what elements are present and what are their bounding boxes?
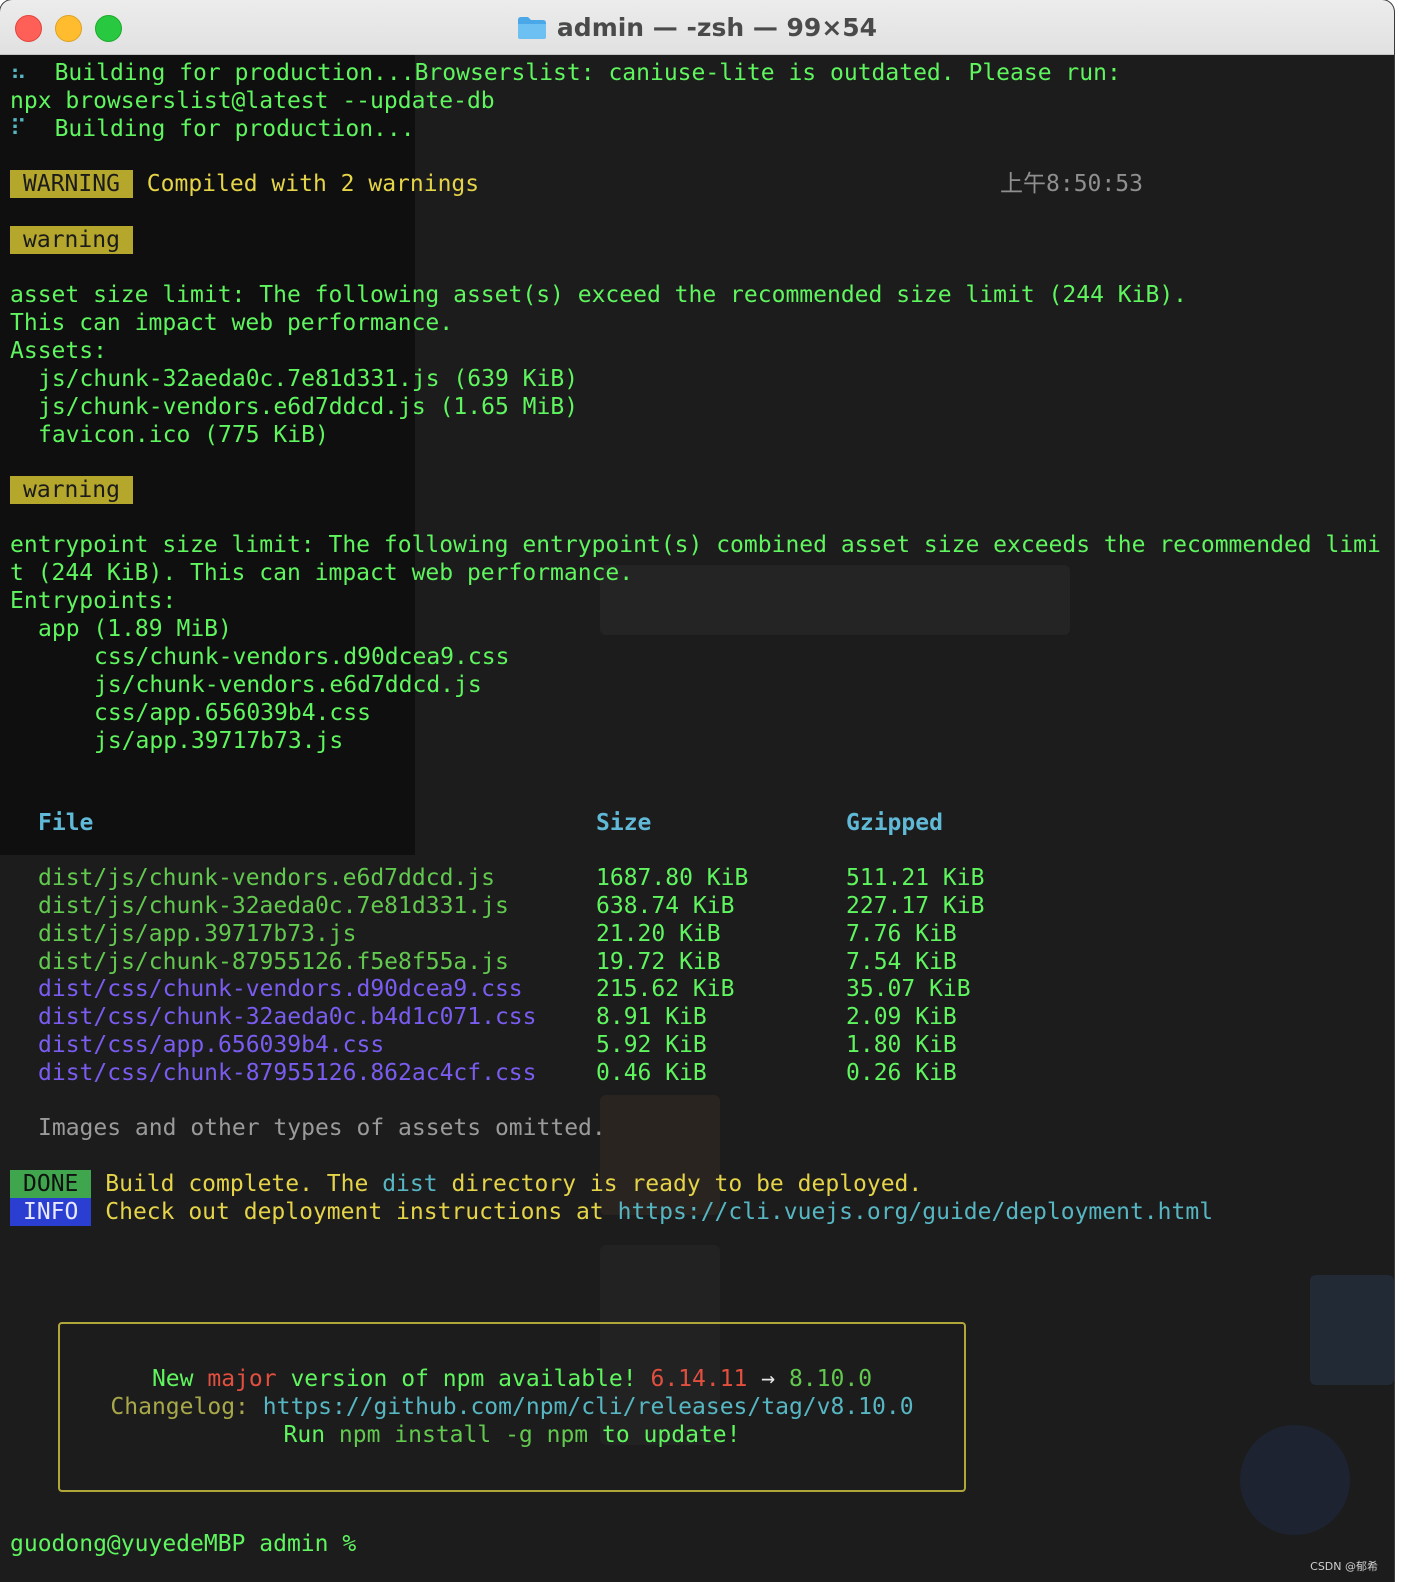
asset-limit-line: This can impact web performance. <box>10 310 454 336</box>
build-text: Building for production... <box>54 116 415 142</box>
arrow-icon: → <box>747 1366 789 1392</box>
warning-badge: warning <box>10 476 133 504</box>
folder-icon <box>517 16 546 39</box>
entrypoint-file: css/chunk-vendors.d90dcea9.css <box>94 644 510 670</box>
warning-line: warning <box>10 226 133 254</box>
file-name: dist/css/chunk-32aeda0c.b4d1c071.css <box>38 1004 537 1030</box>
file-size: 638.74 KiB <box>596 893 735 919</box>
file-name: dist/css/app.656039b4.css <box>38 1032 385 1058</box>
window-title: admin — -zsh — 99×54 <box>556 12 878 42</box>
build-progress-line: ⠏ Building for production... <box>10 115 415 143</box>
file-gzipped: 2.09 KiB <box>846 1004 957 1030</box>
terminal-output[interactable]: ⠦ Building for production...Browserslist… <box>0 55 1394 1582</box>
file-size: 19.72 KiB <box>596 949 721 975</box>
compile-status-line: WARNING Compiled with 2 warnings <box>10 170 479 198</box>
npm-install-command: npm install -g npm <box>338 1422 589 1448</box>
assets-omitted-note: Images and other types of assets omitted… <box>38 1115 606 1141</box>
run-text: Run <box>283 1422 339 1448</box>
npm-new-version: 8.10.0 <box>788 1366 873 1392</box>
file-gzipped: 7.76 KiB <box>846 921 957 947</box>
timestamp: 上午8:50:53 <box>1000 171 1143 197</box>
build-progress-line: ⠦ Building for production...Browserslist… <box>10 59 1121 87</box>
asset-item: js/chunk-32aeda0c.7e81d331.js (639 KiB) <box>38 366 579 392</box>
window-title-group: admin — -zsh — 99×54 <box>0 0 1394 54</box>
file-gzipped: 0.26 KiB <box>846 1060 957 1086</box>
dist-word: dist <box>382 1171 438 1197</box>
asset-item: favicon.ico (775 KiB) <box>38 422 329 448</box>
entrypoint-app: app (1.89 MiB) <box>38 616 232 642</box>
npm-version-text: version of npm available! <box>276 1366 651 1392</box>
compile-status: Compiled with 2 warnings <box>146 171 480 197</box>
file-name: dist/css/chunk-vendors.d90dcea9.css <box>38 976 523 1002</box>
shell-prompt[interactable]: guodong@yuyedeMBP admin % <box>10 1530 370 1558</box>
warning-line: warning <box>10 476 133 504</box>
done-line: DONE Build complete. The dist directory … <box>10 1170 922 1198</box>
build-text: Building for production...Browserslist: … <box>54 60 1121 86</box>
spinner-icon: ⠦ <box>10 60 27 86</box>
asset-item: js/chunk-vendors.e6d7ddcd.js (1.65 MiB) <box>38 394 579 420</box>
npm-major-text: major <box>207 1366 277 1392</box>
file-gzipped: 227.17 KiB <box>846 893 985 919</box>
info-line: INFO Check out deployment instructions a… <box>10 1198 1213 1226</box>
entrypoint-file: js/app.39717b73.js <box>94 728 344 754</box>
file-gzipped: 1.80 KiB <box>846 1032 957 1058</box>
file-size: 1687.80 KiB <box>596 865 749 891</box>
table-header-gzipped: Gzipped <box>846 810 943 836</box>
file-name: dist/js/chunk-32aeda0c.7e81d331.js <box>38 893 509 919</box>
file-name: dist/js/chunk-87955126.f5e8f55a.js <box>38 949 509 975</box>
background-ghost <box>1240 1425 1350 1535</box>
file-name: dist/js/chunk-vendors.e6d7ddcd.js <box>38 865 495 891</box>
table-header-file: File <box>38 810 94 836</box>
npm-changelog-line: Changelog: https://github.com/npm/cli/re… <box>60 1393 964 1421</box>
done-badge: DONE <box>10 1170 92 1198</box>
deployment-link[interactable]: https://cli.vuejs.org/guide/deployment.h… <box>618 1199 1213 1225</box>
warning-badge: WARNING <box>10 170 133 198</box>
entrypoint-file: css/app.656039b4.css <box>94 700 371 726</box>
file-name: dist/css/chunk-87955126.862ac4cf.css <box>38 1060 537 1086</box>
terminal-window: admin — -zsh — 99×54 ⠦ Building for prod… <box>0 0 1394 1582</box>
background-ghost <box>1310 1275 1394 1385</box>
file-size: 8.91 KiB <box>596 1004 707 1030</box>
background-ghost <box>600 565 1070 635</box>
table-header-size: Size <box>596 810 652 836</box>
file-size: 215.62 KiB <box>596 976 735 1002</box>
file-size: 21.20 KiB <box>596 921 721 947</box>
npm-run-line: Run npm install -g npm to update! <box>60 1421 964 1449</box>
entrypoint-limit-line: t (244 KiB). This can impact web perform… <box>10 560 634 586</box>
npm-new-text: New <box>151 1366 208 1392</box>
file-name: dist/js/app.39717b73.js <box>38 921 357 947</box>
file-size: 0.46 KiB <box>596 1060 707 1086</box>
done-text-pre: Build complete. The <box>105 1171 383 1197</box>
entrypoint-file: js/chunk-vendors.e6d7ddcd.js <box>94 672 482 698</box>
entrypoint-limit-line: entrypoint size limit: The following ent… <box>10 532 1381 558</box>
npm-update-notice: New major version of npm available! 6.14… <box>58 1322 966 1492</box>
file-gzipped: 35.07 KiB <box>846 976 971 1002</box>
npm-version-line: New major version of npm available! 6.14… <box>60 1365 964 1393</box>
spinner-icon: ⠏ <box>10 116 27 142</box>
file-gzipped: 7.54 KiB <box>846 949 957 975</box>
title-bar: admin — -zsh — 99×54 <box>0 0 1394 55</box>
done-text-post: directory is ready to be deployed. <box>437 1171 923 1197</box>
warning-badge: warning <box>10 226 133 254</box>
info-text: Check out deployment instructions at <box>105 1199 618 1225</box>
file-size: 5.92 KiB <box>596 1032 707 1058</box>
update-command-line: npx browserslist@latest --update-db <box>10 88 495 114</box>
file-gzipped: 511.21 KiB <box>846 865 985 891</box>
assets-header: Assets: <box>10 338 107 364</box>
asset-limit-line: asset size limit: The following asset(s)… <box>10 282 1188 308</box>
changelog-label: Changelog: <box>110 1394 263 1420</box>
to-update-text: to update! <box>588 1422 741 1448</box>
npm-old-version: 6.14.11 <box>650 1366 748 1392</box>
info-badge: INFO <box>10 1198 92 1226</box>
changelog-link[interactable]: https://github.com/npm/cli/releases/tag/… <box>263 1394 914 1420</box>
watermark: CSDN @郁希 <box>1310 1560 1378 1573</box>
entrypoints-header: Entrypoints: <box>10 588 177 614</box>
